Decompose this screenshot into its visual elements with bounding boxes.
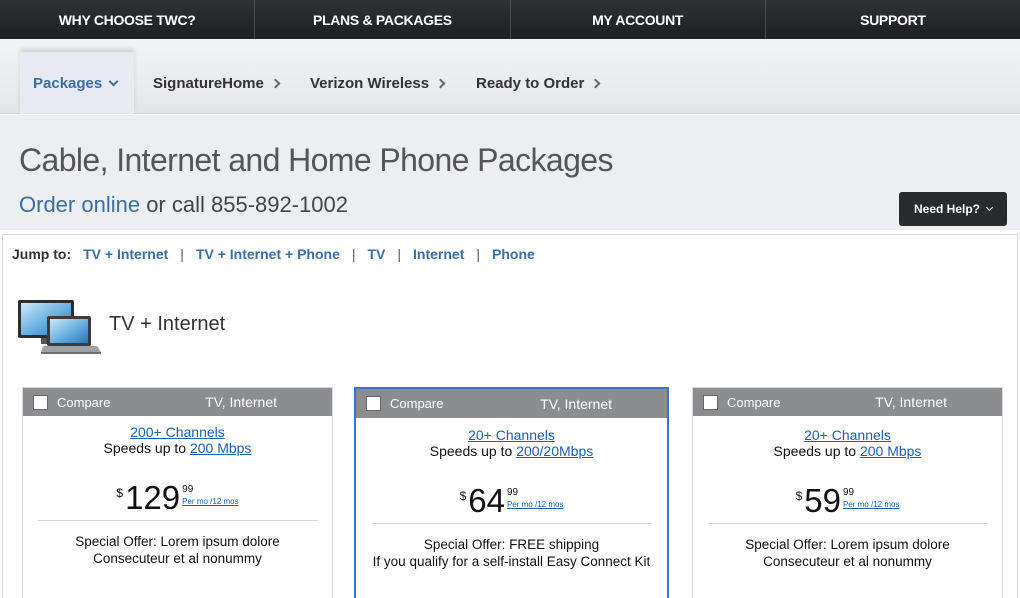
speed-link[interactable]: 200 Mbps [860, 443, 921, 459]
separator: | [351, 246, 356, 262]
card-services: TV, Internet [205, 394, 277, 410]
compare-label: Compare [390, 396, 444, 411]
package-card: Compare TV, Internet 200+ Channels Speed… [22, 387, 333, 598]
nav-plans-packages[interactable]: PLANS & PACKAGES [255, 0, 511, 39]
compare-label: Compare [57, 394, 111, 410]
channels-link[interactable]: 200+ Channels [130, 424, 225, 440]
compare-checkbox[interactable] [703, 394, 718, 410]
speed-link[interactable]: 200/20Mbps [516, 443, 593, 459]
chevron-right-icon [435, 78, 446, 88]
price: $ 129 99 Per mo /12 mos [23, 480, 332, 520]
section-tv-internet: TV + Internet [17, 298, 225, 356]
speed-link[interactable]: 200 Mbps [190, 440, 251, 456]
jump-link-tv[interactable]: TV [368, 246, 386, 262]
top-nav: WHY CHOOSE TWC? PLANS & PACKAGES MY ACCO… [0, 0, 1020, 39]
offer-line-2: Consecuteur et al nonummy [763, 554, 932, 569]
offer-line-1: Special Offer: Lorem ipsum dolore [745, 537, 950, 552]
channels-link[interactable]: 20+ Channels [468, 427, 555, 443]
card-services: TV, Internet [875, 394, 947, 410]
price-cents: 99 [506, 487, 519, 498]
price: $ 59 99 Per mo /12 mos [693, 483, 1002, 523]
speed-prefix: Speeds up to [773, 443, 860, 459]
price-cents: 99 [842, 487, 855, 498]
special-offer: Special Offer: Lorem ipsum dolore Consec… [23, 533, 332, 567]
tab-signaturehome[interactable]: SignatureHome [153, 52, 281, 114]
separator: | [180, 246, 184, 262]
price-term-link[interactable]: Per mo /12 mos [182, 497, 238, 506]
compare-checkbox[interactable] [33, 394, 48, 410]
need-help-label: Need Help? [913, 202, 980, 216]
tv-laptop-icon [18, 300, 101, 354]
card-body: 20+ Channels Speeds up to 200/20Mbps $ 6… [356, 418, 667, 570]
currency-symbol: $ [459, 489, 467, 503]
special-offer: Special Offer: Lorem ipsum dolore Consec… [693, 536, 1002, 570]
price-dollars: 59 [804, 482, 841, 519]
nav-support[interactable]: SUPPORT [766, 0, 1020, 39]
tab-packages[interactable]: Packages [20, 52, 134, 114]
currency-symbol: $ [116, 486, 124, 500]
offer-line-2: If you qualify for a self-install Easy C… [372, 554, 651, 569]
nav-why-choose-twc[interactable]: WHY CHOOSE TWC? [0, 0, 256, 39]
jump-link-phone[interactable]: Phone [492, 246, 535, 262]
tab-verizon-wireless-label: Verizon Wireless [310, 74, 430, 92]
jump-to-label: Jump to: [12, 246, 72, 262]
card-header: Compare TV, Internet [356, 389, 667, 418]
tab-ready-to-order[interactable]: Ready to Order [476, 52, 601, 114]
chevron-down-icon [108, 76, 119, 86]
jump-link-tv-internet[interactable]: TV + Internet [83, 246, 168, 262]
channels-link[interactable]: 20+ Channels [804, 427, 891, 443]
chevron-down-icon [985, 203, 994, 212]
card-header: Compare TV, Internet [693, 388, 1002, 416]
divider [707, 523, 988, 524]
section-title: TV + Internet [109, 312, 226, 335]
price-dollars: 64 [468, 482, 505, 519]
jump-to-nav: Jump to: TV + Internet | TV + Internet +… [12, 246, 535, 262]
price-term-link[interactable]: Per mo /12 mos [507, 500, 563, 509]
need-help-button[interactable]: Need Help? [899, 192, 1007, 226]
package-card: Compare TV, Internet 20+ Channels Speeds… [692, 387, 1003, 598]
chevron-right-icon [270, 78, 281, 88]
compare-checkbox[interactable] [366, 396, 381, 411]
chevron-right-icon [590, 78, 601, 88]
order-phone-text: or call 855-892-1002 [140, 192, 348, 217]
card-body: 200+ Channels Speeds up to 200 Mbps $ 12… [23, 416, 332, 567]
nav-my-account[interactable]: MY ACCOUNT [511, 0, 766, 39]
order-line: Order online or call 855-892-1002 [19, 192, 348, 218]
separator: | [397, 246, 402, 262]
card-header: Compare TV, Internet [23, 388, 332, 416]
special-offer: Special Offer: FREE shipping If you qual… [356, 536, 667, 570]
compare-label: Compare [727, 394, 781, 410]
offer-line-1: Special Offer: Lorem ipsum dolore [75, 534, 280, 549]
card-body: 20+ Channels Speeds up to 200 Mbps $ 59 … [693, 416, 1002, 570]
price-dollars: 129 [125, 479, 181, 516]
tab-packages-label: Packages [33, 74, 103, 92]
offer-line-1: Special Offer: FREE shipping [423, 537, 600, 552]
price: $ 64 99 Per mo /12 mos [356, 483, 667, 523]
currency-symbol: $ [795, 489, 803, 503]
speed-prefix: Speeds up to [103, 440, 190, 456]
card-services: TV, Internet [540, 395, 612, 412]
price-cents: 99 [182, 484, 194, 495]
sub-nav: Packages SignatureHome Verizon Wireless … [0, 39, 1020, 114]
divider [37, 520, 318, 521]
jump-link-internet[interactable]: Internet [413, 246, 464, 262]
tab-signaturehome-label: SignatureHome [153, 74, 264, 92]
offer-line-2: Consecuteur et al nonummy [93, 551, 262, 566]
package-card-selected: Compare TV, Internet 20+ Channels Speeds… [354, 387, 669, 598]
separator: | [476, 246, 481, 262]
price-term-link[interactable]: Per mo /12 mos [843, 500, 899, 509]
divider [371, 523, 652, 524]
order-online-link[interactable]: Order online [19, 192, 140, 217]
speed-prefix: Speeds up to [429, 443, 517, 459]
jump-link-tv-internet-phone[interactable]: TV + Internet + Phone [196, 246, 340, 262]
page-title: Cable, Internet and Home Phone Packages [19, 142, 613, 178]
tab-verizon-wireless[interactable]: Verizon Wireless [310, 52, 446, 114]
tab-ready-to-order-label: Ready to Order [476, 74, 585, 92]
